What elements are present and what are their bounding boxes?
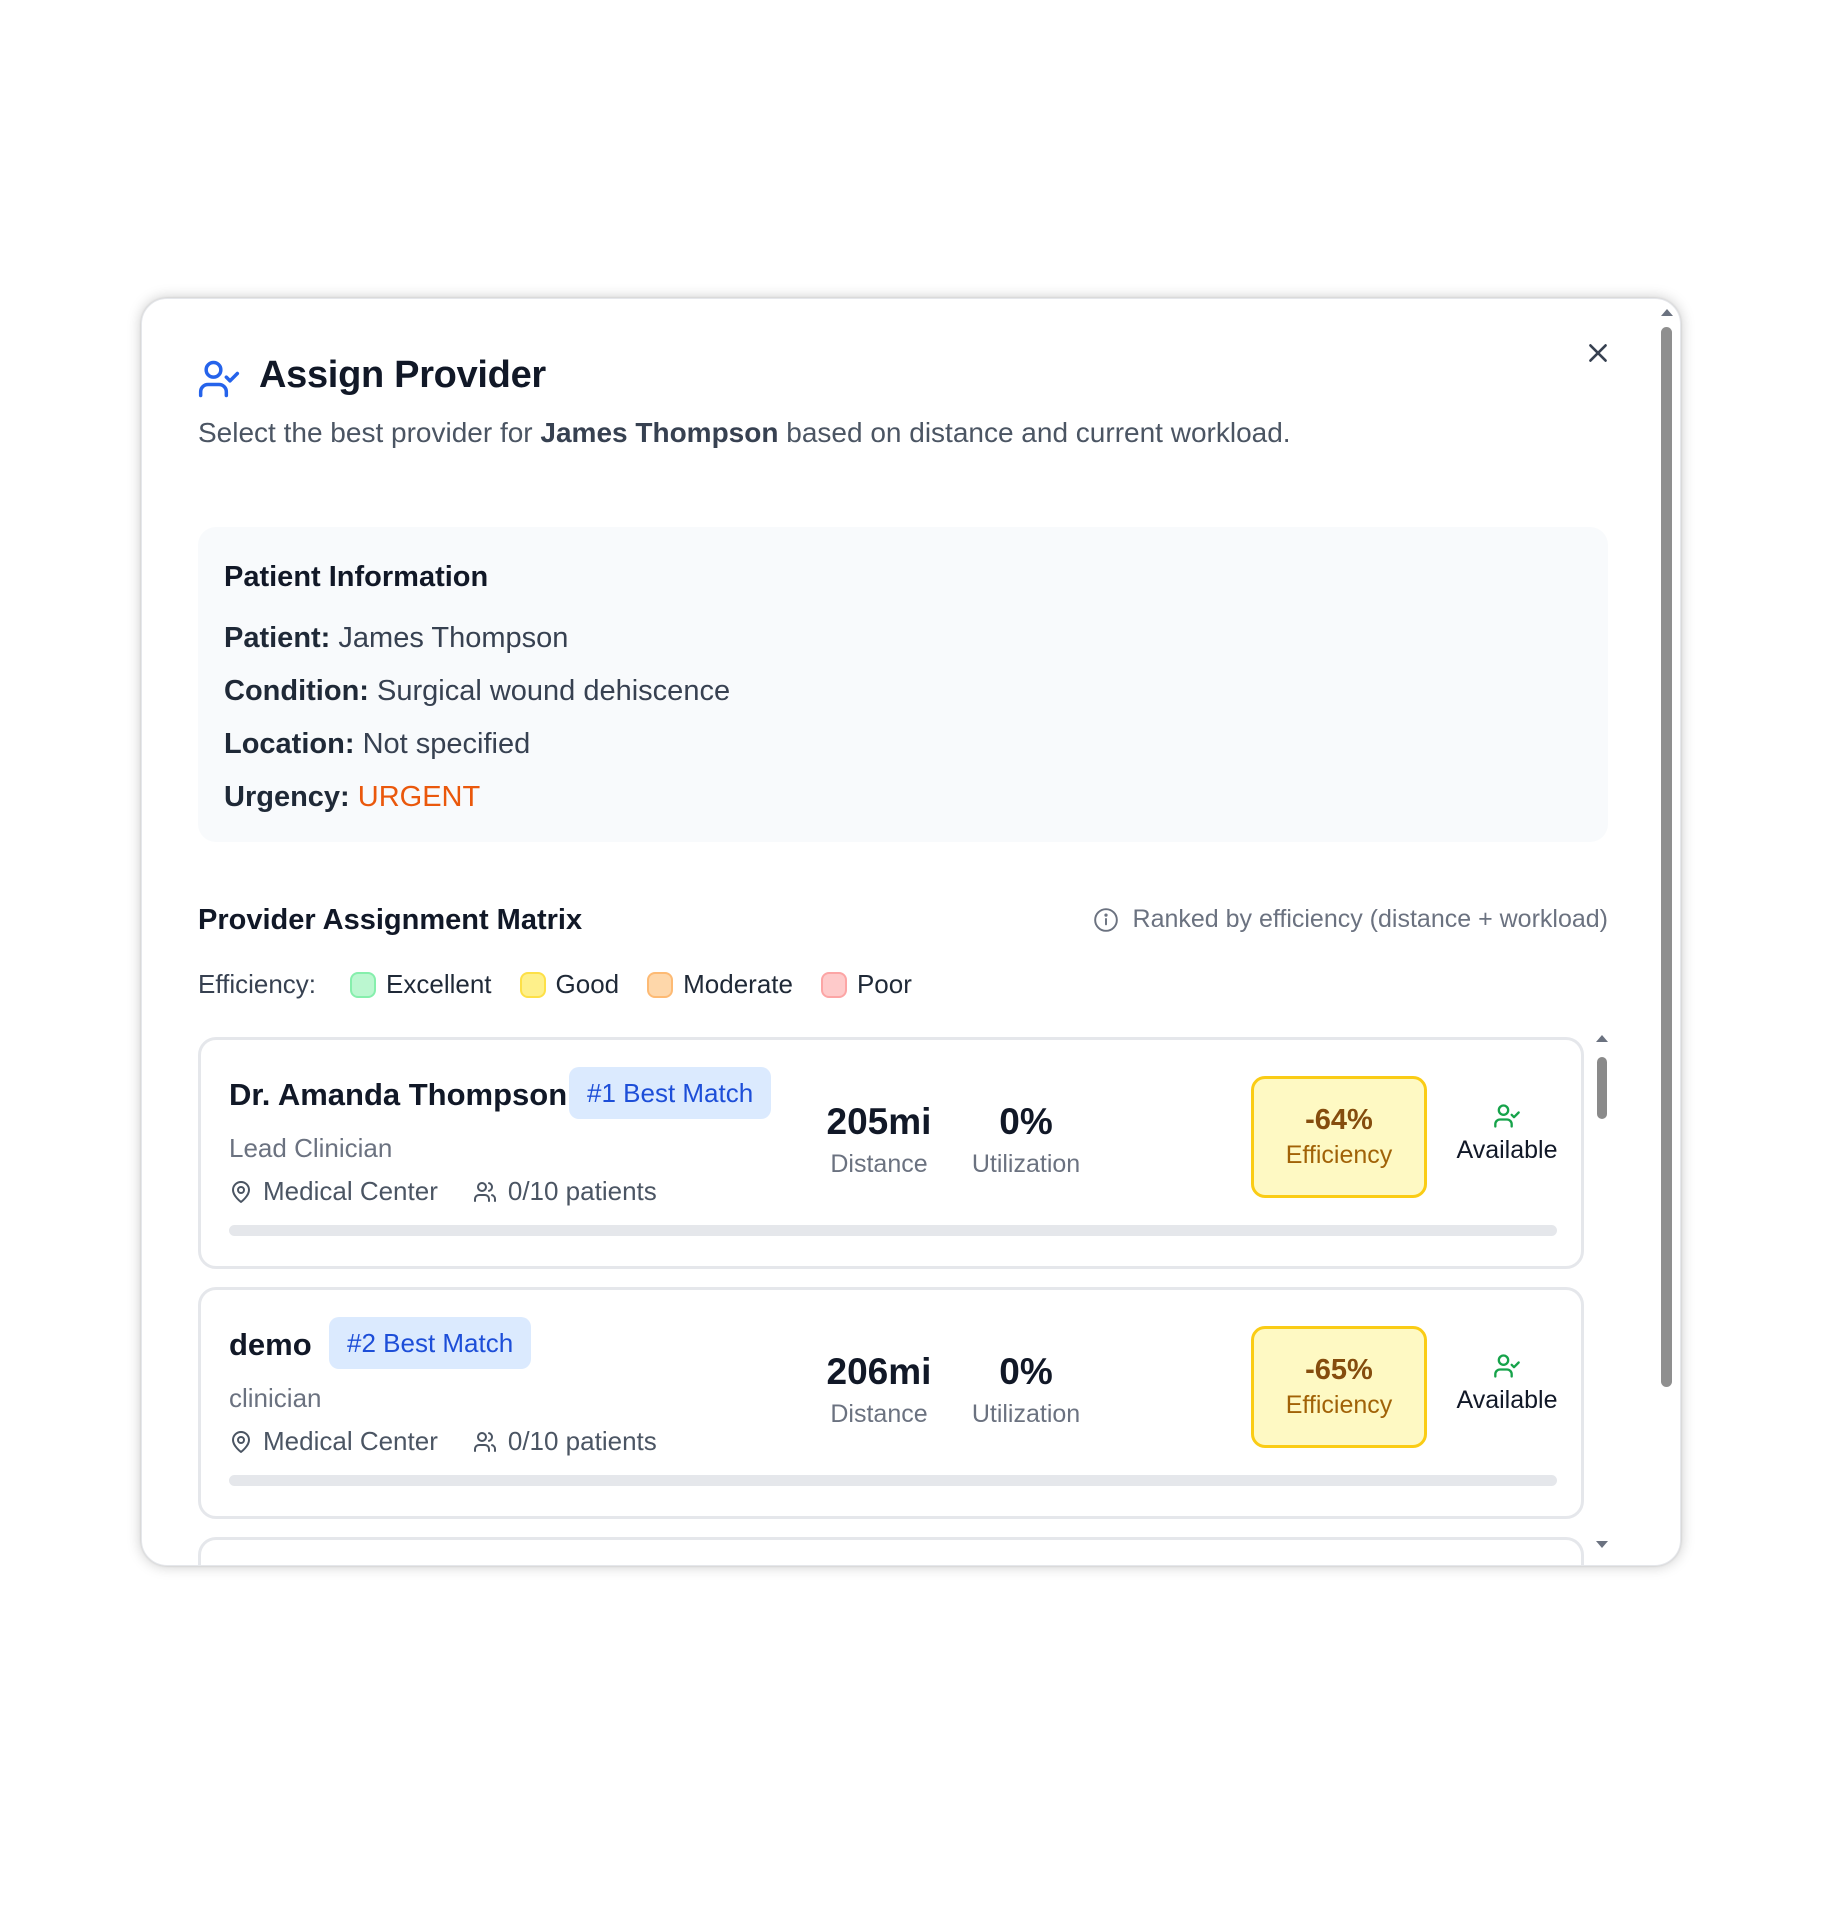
legend-swatch-poor (820, 971, 847, 998)
location-row: Location: Not specified (224, 728, 530, 761)
patient-label: Patient: (224, 622, 331, 654)
ranking-note-text: Ranked by efficiency (distance + workloa… (1132, 905, 1608, 933)
provider-meta: Medical Center 0/10 patients (229, 1426, 691, 1457)
distance-value: 205mi (826, 1101, 932, 1142)
user-check-icon (198, 360, 240, 398)
urgency-value: URGENT (357, 781, 481, 813)
provider-meta: Medical Center 0/10 patients (229, 1176, 691, 1207)
provider-location: Medical Center (229, 1176, 438, 1207)
users-icon (473, 1181, 496, 1202)
legend-swatch-excellent (350, 971, 377, 998)
map-pin-icon (232, 1430, 250, 1453)
patient-info-heading: Patient Information (224, 561, 489, 593)
condition-label: Condition: (224, 675, 369, 707)
legend-text-poor: Poor (856, 969, 912, 999)
urgency-row: Urgency: URGENT (224, 781, 480, 814)
utilization-value: 0% (999, 1351, 1053, 1392)
utilization-label: Utilization (971, 1400, 1081, 1428)
map-pin-icon (232, 1180, 250, 1203)
legend-label: Efficiency: (198, 969, 317, 999)
dialog-scroll-up-arrow[interactable] (1661, 309, 1673, 316)
user-check-icon (1494, 1354, 1520, 1378)
scroll-up-arrow[interactable] (1596, 1035, 1608, 1042)
provider-patients: 0/10 patients (472, 1176, 657, 1207)
efficiency-value: -65% (1305, 1354, 1373, 1386)
dialog-subtitle: Select the best provider for James Thomp… (198, 417, 1291, 449)
availability-status: Available (1437, 1352, 1577, 1415)
users-icon (473, 1431, 496, 1452)
close-button[interactable] (1580, 335, 1616, 371)
dialog-scrollbar[interactable] (1654, 299, 1680, 1565)
provider-role: clinician (229, 1383, 322, 1413)
patient-value: James Thompson (338, 622, 569, 654)
provider-list[interactable]: Dr. Amanda Thompson #1 Best Match Lead C… (198, 1029, 1588, 1565)
matrix-title: Provider Assignment Matrix (198, 904, 583, 936)
legend-item-excellent: Excellent (350, 969, 492, 1000)
provider-card[interactable] (198, 1537, 1584, 1565)
provider-location: Medical Center (229, 1426, 438, 1457)
legend-text-excellent: Excellent (386, 969, 492, 999)
provider-location-text: Medical Center (263, 1176, 438, 1206)
dialog-title: Assign Provider (259, 354, 546, 396)
efficiency-legend: Efficiency: Excellent Good Moderate Poor (198, 969, 940, 1000)
efficiency-score: -65% Efficiency (1251, 1326, 1427, 1448)
assign-provider-dialog: Assign Provider Select the best provider… (141, 298, 1681, 1566)
provider-patients-text: 0/10 patients (507, 1176, 657, 1206)
ranking-note: Ranked by efficiency (distance + workloa… (1093, 905, 1608, 934)
dialog-scroll-thumb[interactable] (1661, 327, 1672, 1387)
scroll-down-arrow[interactable] (1596, 1541, 1608, 1548)
provider-location-text: Medical Center (263, 1426, 438, 1456)
utilization-stat: 0% Utilization (961, 1100, 1091, 1179)
legend-swatch-good (519, 971, 546, 998)
legend-item-moderate: Moderate (647, 969, 793, 1000)
provider-patients: 0/10 patients (472, 1426, 657, 1457)
best-match-badge: #1 Best Match (569, 1067, 772, 1119)
legend-swatch-moderate (647, 971, 674, 998)
efficiency-score: -64% Efficiency (1251, 1076, 1427, 1198)
availability-text: Available (1456, 1136, 1558, 1164)
dialog-content: Assign Provider Select the best provider… (142, 299, 1652, 1565)
workload-bar (229, 1225, 1557, 1236)
urgency-label: Urgency: (224, 781, 350, 813)
workload-bar (229, 1475, 1557, 1486)
provider-list-scrollbar[interactable] (1592, 1029, 1612, 1565)
utilization-label: Utilization (971, 1150, 1081, 1178)
availability-text: Available (1456, 1386, 1558, 1414)
legend-text-moderate: Moderate (683, 969, 793, 999)
subtitle-prefix: Select the best provider for (198, 417, 541, 448)
distance-label: Distance (830, 1150, 928, 1178)
legend-item-good: Good (519, 969, 620, 1000)
subtitle-patient-name: James Thompson (540, 417, 779, 448)
distance-value: 206mi (826, 1351, 932, 1392)
info-icon (1093, 907, 1118, 932)
legend-item-poor: Poor (820, 969, 912, 1000)
scroll-thumb[interactable] (1597, 1057, 1607, 1119)
close-icon (1589, 344, 1607, 362)
provider-patients-text: 0/10 patients (507, 1426, 657, 1456)
legend-text-good: Good (555, 969, 620, 999)
location-value: Not specified (362, 728, 531, 760)
availability-status: Available (1437, 1102, 1577, 1165)
distance-label: Distance (830, 1400, 928, 1428)
utilization-value: 0% (999, 1101, 1053, 1142)
patient-row: Patient: James Thompson (224, 622, 568, 655)
subtitle-suffix: based on distance and current workload. (778, 417, 1291, 448)
efficiency-label: Efficiency (1285, 1391, 1393, 1419)
condition-value: Surgical wound dehiscence (377, 675, 731, 707)
provider-card[interactable]: demo #2 Best Match clinician Medical Cen… (198, 1287, 1584, 1519)
provider-role: Lead Clinician (229, 1133, 393, 1163)
efficiency-value: -64% (1305, 1104, 1373, 1136)
location-label: Location: (224, 728, 355, 760)
user-check-icon (1494, 1104, 1520, 1128)
efficiency-label: Efficiency (1285, 1141, 1393, 1169)
provider-card[interactable]: Dr. Amanda Thompson #1 Best Match Lead C… (198, 1037, 1584, 1269)
patient-information-card: Patient Information Patient: James Thomp… (198, 527, 1608, 842)
distance-stat: 205mi Distance (814, 1100, 944, 1179)
provider-name: Dr. Amanda Thompson (229, 1077, 568, 1112)
best-match-badge: #2 Best Match (329, 1317, 532, 1369)
provider-name: demo (229, 1327, 312, 1362)
distance-stat: 206mi Distance (814, 1350, 944, 1429)
condition-row: Condition: Surgical wound dehiscence (224, 675, 730, 708)
utilization-stat: 0% Utilization (961, 1350, 1091, 1429)
